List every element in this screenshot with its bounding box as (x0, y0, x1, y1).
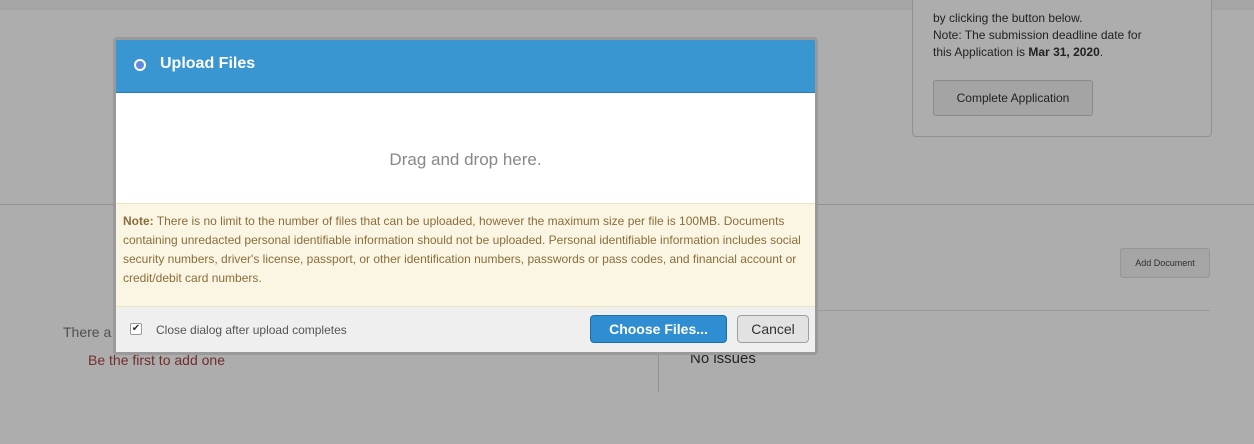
drop-zone-text: Drag and drop here. (389, 150, 542, 169)
note-label: Note: (123, 214, 154, 228)
choose-files-button[interactable]: Choose Files... (590, 315, 727, 343)
upload-note: Note: There is no limit to the number of… (116, 203, 815, 307)
upload-files-dialog: Upload Files Drag and drop here. Note: T… (113, 37, 818, 355)
close-dialog-checkbox[interactable]: ✔ (130, 323, 142, 335)
dialog-circle-icon (134, 59, 146, 71)
dialog-footer: ✔ Close dialog after upload completes Ch… (116, 307, 815, 352)
close-dialog-checkbox-label[interactable]: Close dialog after upload completes (156, 323, 347, 337)
dialog-title: Upload Files (160, 55, 256, 72)
cancel-button[interactable]: Cancel (737, 315, 809, 343)
dialog-header: Upload Files (116, 40, 815, 93)
note-text: There is no limit to the number of files… (123, 214, 801, 285)
drop-zone[interactable]: Drag and drop here. (116, 93, 815, 203)
